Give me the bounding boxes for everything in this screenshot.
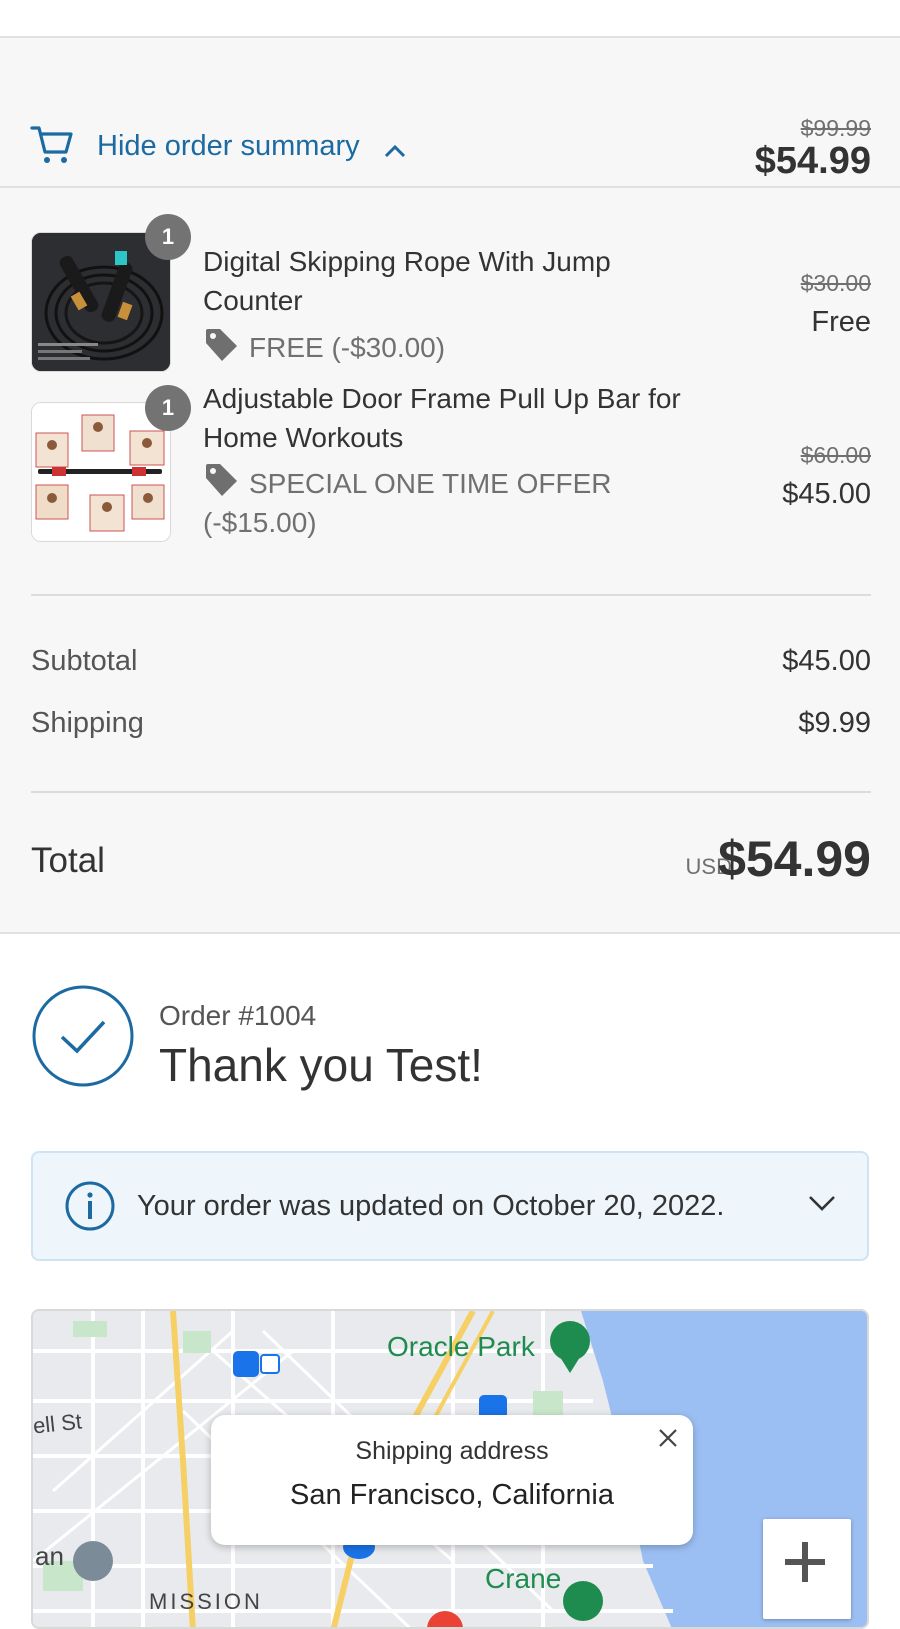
product-title: Adjustable Door Frame Pull Up Bar for Ho… [203, 383, 681, 453]
shipping-label: Shipping [31, 707, 144, 739]
total-value: $54.99 [718, 831, 871, 887]
discount-label: SPECIAL ONE TIME OFFER (-$15.00) [203, 468, 612, 538]
map-label-oracle-park: Oracle Park [387, 1331, 535, 1362]
cart-icon [30, 126, 73, 163]
checkmark-circle-icon [32, 985, 134, 1087]
divider [31, 594, 871, 596]
map-label-street: ell St [31, 1408, 84, 1439]
product-title: Digital Skipping Rope With Jump Counter [203, 246, 611, 316]
line-item-price: $45.00 [782, 478, 871, 510]
order-summary-toggle[interactable]: Hide order summary $99.99 $54.99 [0, 38, 900, 188]
map-label-street: an [35, 1541, 64, 1571]
map-label-crane: Crane [485, 1563, 562, 1594]
discount-label: FREE (-$30.00) [249, 332, 446, 363]
subtotal-value: $45.00 [782, 645, 871, 677]
divider [31, 791, 871, 793]
chevron-down-icon[interactable] [807, 1193, 837, 1213]
shipping-address-popup: Shipping address San Francisco, Californ… [211, 1415, 693, 1545]
subtotal-label: Subtotal [31, 645, 138, 677]
zoom-in-button[interactable] [763, 1519, 851, 1619]
compare-price: $30.00 [800, 270, 871, 296]
shipping-map[interactable]: Oracle Park Crane MISSION ell St an Ship… [31, 1309, 869, 1629]
hide-order-summary-link[interactable]: Hide order summary [97, 130, 360, 163]
top-bar [0, 0, 900, 38]
info-icon [65, 1181, 115, 1231]
quantity-badge: 1 [145, 214, 191, 260]
summary-total-price: $54.99 [754, 140, 871, 182]
notice-text: Your order was updated on October 20, 20… [137, 1190, 725, 1222]
order-confirmation-header: Order #1004 Thank you Test! [0, 934, 900, 1144]
chevron-up-icon [384, 144, 406, 158]
order-number: Order #1004 [159, 1000, 317, 1031]
total-label: Total [31, 841, 105, 880]
plus-icon [785, 1542, 825, 1582]
order-summary: 1 Digital Skipping Rope With Jump Counte… [0, 188, 900, 934]
summary-compare-price: $99.99 [800, 115, 871, 141]
compare-price: $60.00 [800, 442, 871, 468]
shipping-value: $9.99 [798, 707, 871, 739]
map-label-mission: MISSION [149, 1589, 263, 1614]
close-icon[interactable] [655, 1425, 681, 1451]
popup-city: San Francisco, California [290, 1479, 614, 1511]
product-image-skipping-rope [31, 232, 171, 372]
order-updated-notice[interactable]: Your order was updated on October 20, 20… [31, 1151, 869, 1261]
popup-title: Shipping address [355, 1437, 549, 1465]
line-item-price: Free [811, 306, 871, 338]
quantity-badge: 1 [145, 385, 191, 431]
thank-you-heading: Thank you Test! [159, 1039, 483, 1091]
